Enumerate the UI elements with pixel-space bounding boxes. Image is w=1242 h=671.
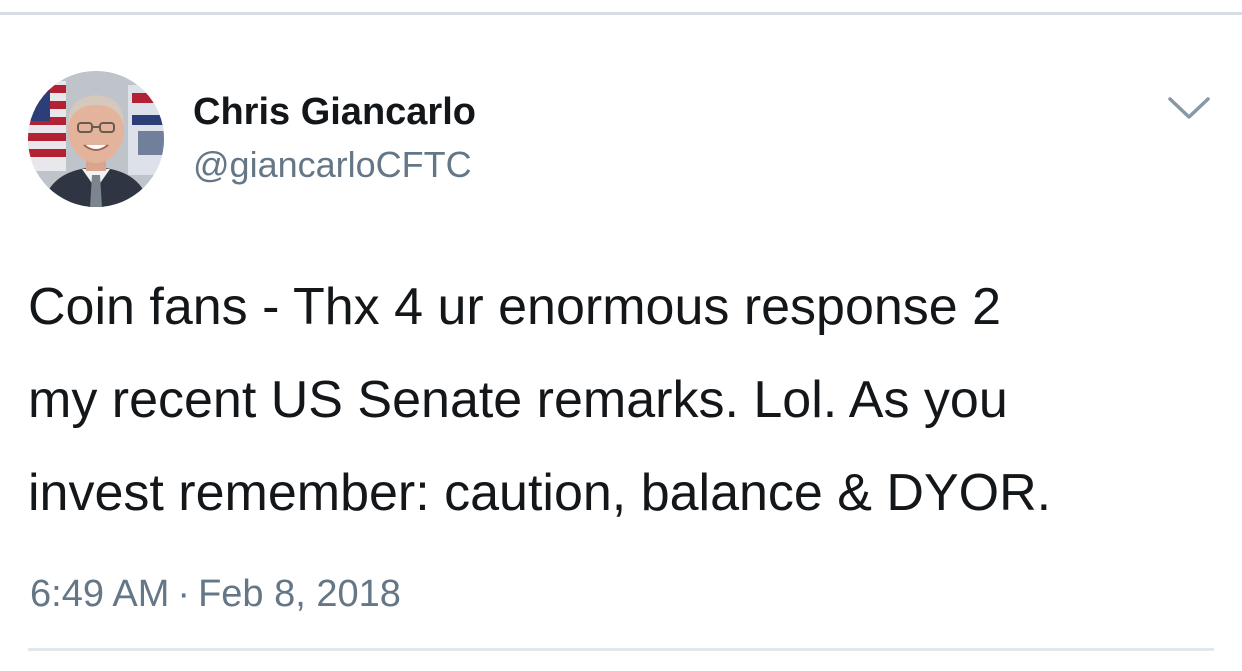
- tweet-card[interactable]: Chris Giancarlo @giancarloCFTC Coin fans…: [0, 15, 1242, 671]
- tweet-menu-button[interactable]: [1166, 93, 1212, 123]
- tweet-text-line: invest remember: caution, balance & DYOR…: [28, 464, 1052, 522]
- author-display-name[interactable]: Chris Giancarlo: [193, 89, 476, 135]
- profile-photo-icon: [28, 71, 164, 207]
- tweet-timestamp[interactable]: 6:49 AM · Feb 8, 2018: [30, 571, 401, 617]
- chevron-down-icon: [1168, 97, 1210, 119]
- author-handle[interactable]: @giancarloCFTC: [193, 142, 472, 188]
- meta-separator: ·: [177, 573, 191, 615]
- tweet-text: Coin fans - Thx 4 ur enormous response 2…: [28, 261, 1228, 540]
- bottom-divider: [28, 648, 1214, 651]
- tweet-date: Feb 8, 2018: [198, 573, 401, 615]
- tweet-text-line: my recent US Senate remarks. Lol. As you: [28, 371, 1008, 429]
- tweet-time: 6:49 AM: [30, 573, 170, 615]
- avatar[interactable]: [28, 71, 164, 207]
- tweet-text-line: Coin fans - Thx 4 ur enormous response 2: [28, 278, 1002, 336]
